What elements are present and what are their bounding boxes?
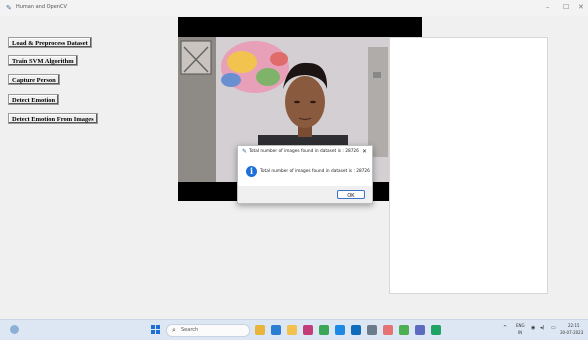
dialog-close-button[interactable]: ✕: [362, 148, 367, 155]
dialog-title-bar: ✎ Total number of images found in datase…: [238, 146, 372, 158]
taskbar: ⌕ Search ^ ENG IN ◉ ◂) ▭ 22:15 30-07-202…: [0, 319, 588, 340]
capture-person-button[interactable]: Capture Person: [8, 74, 60, 85]
taskbar-search-box[interactable]: ⌕ Search: [166, 324, 250, 337]
dialog-body: i Total number of images found in datase…: [238, 158, 372, 186]
taskbar-app-9[interactable]: [399, 325, 409, 335]
emotion-output-panel: [389, 37, 548, 294]
dialog-title: Total number of images found in dataset …: [249, 149, 359, 154]
maximize-button[interactable]: ☐: [563, 3, 569, 11]
taskbar-app-2[interactable]: [287, 325, 297, 335]
tray-chevron-icon[interactable]: ^: [503, 325, 507, 331]
weather-widget-icon[interactable]: [10, 325, 19, 334]
taskbar-app-10[interactable]: [415, 325, 425, 335]
language-region: IN: [518, 330, 523, 335]
detect-emotion-button[interactable]: Detect Emotion: [8, 94, 60, 105]
taskbar-app-4[interactable]: [319, 325, 329, 335]
clock-time[interactable]: 22:15: [568, 323, 580, 328]
taskbar-app-8[interactable]: [383, 325, 393, 335]
taskbar-app-11[interactable]: [431, 325, 441, 335]
message-dialog: ✎ Total number of images found in datase…: [237, 145, 373, 204]
search-icon: ⌕: [172, 326, 176, 334]
language-indicator[interactable]: ENG: [516, 323, 525, 328]
feather-icon: ✎: [6, 4, 12, 12]
wifi-icon[interactable]: ◉: [531, 325, 535, 331]
start-button-icon[interactable]: [151, 325, 160, 334]
taskbar-app-6[interactable]: [351, 325, 361, 335]
taskbar-app-0[interactable]: [255, 325, 265, 335]
title-bar: ✎ Human and OpenCV – ☐ ✕: [0, 0, 588, 16]
ok-button[interactable]: OK: [337, 190, 365, 199]
dialog-footer: OK: [238, 186, 372, 203]
clock-date[interactable]: 30-07-2023: [560, 330, 583, 335]
volume-icon[interactable]: ◂): [540, 325, 544, 331]
dialog-message: Total number of images found in dataset …: [260, 169, 370, 174]
info-icon: i: [246, 166, 257, 177]
battery-icon[interactable]: ▭: [551, 325, 556, 331]
window-title: Human and OpenCV: [16, 4, 67, 10]
search-placeholder: Search: [181, 327, 199, 333]
taskbar-app-7[interactable]: [367, 325, 377, 335]
load-preprocess-dataset-button[interactable]: Load & Preprocess Dataset: [8, 37, 92, 48]
taskbar-app-5[interactable]: [335, 325, 345, 335]
minimize-button[interactable]: –: [546, 3, 550, 11]
close-button[interactable]: ✕: [578, 3, 584, 11]
detect-emotion-from-images-button[interactable]: Detect Emotion From Images: [8, 113, 98, 124]
feather-icon: ✎: [242, 148, 248, 155]
taskbar-app-1[interactable]: [271, 325, 281, 335]
train-svm-button[interactable]: Train SVM Algorithm: [8, 55, 78, 66]
taskbar-app-3[interactable]: [303, 325, 313, 335]
